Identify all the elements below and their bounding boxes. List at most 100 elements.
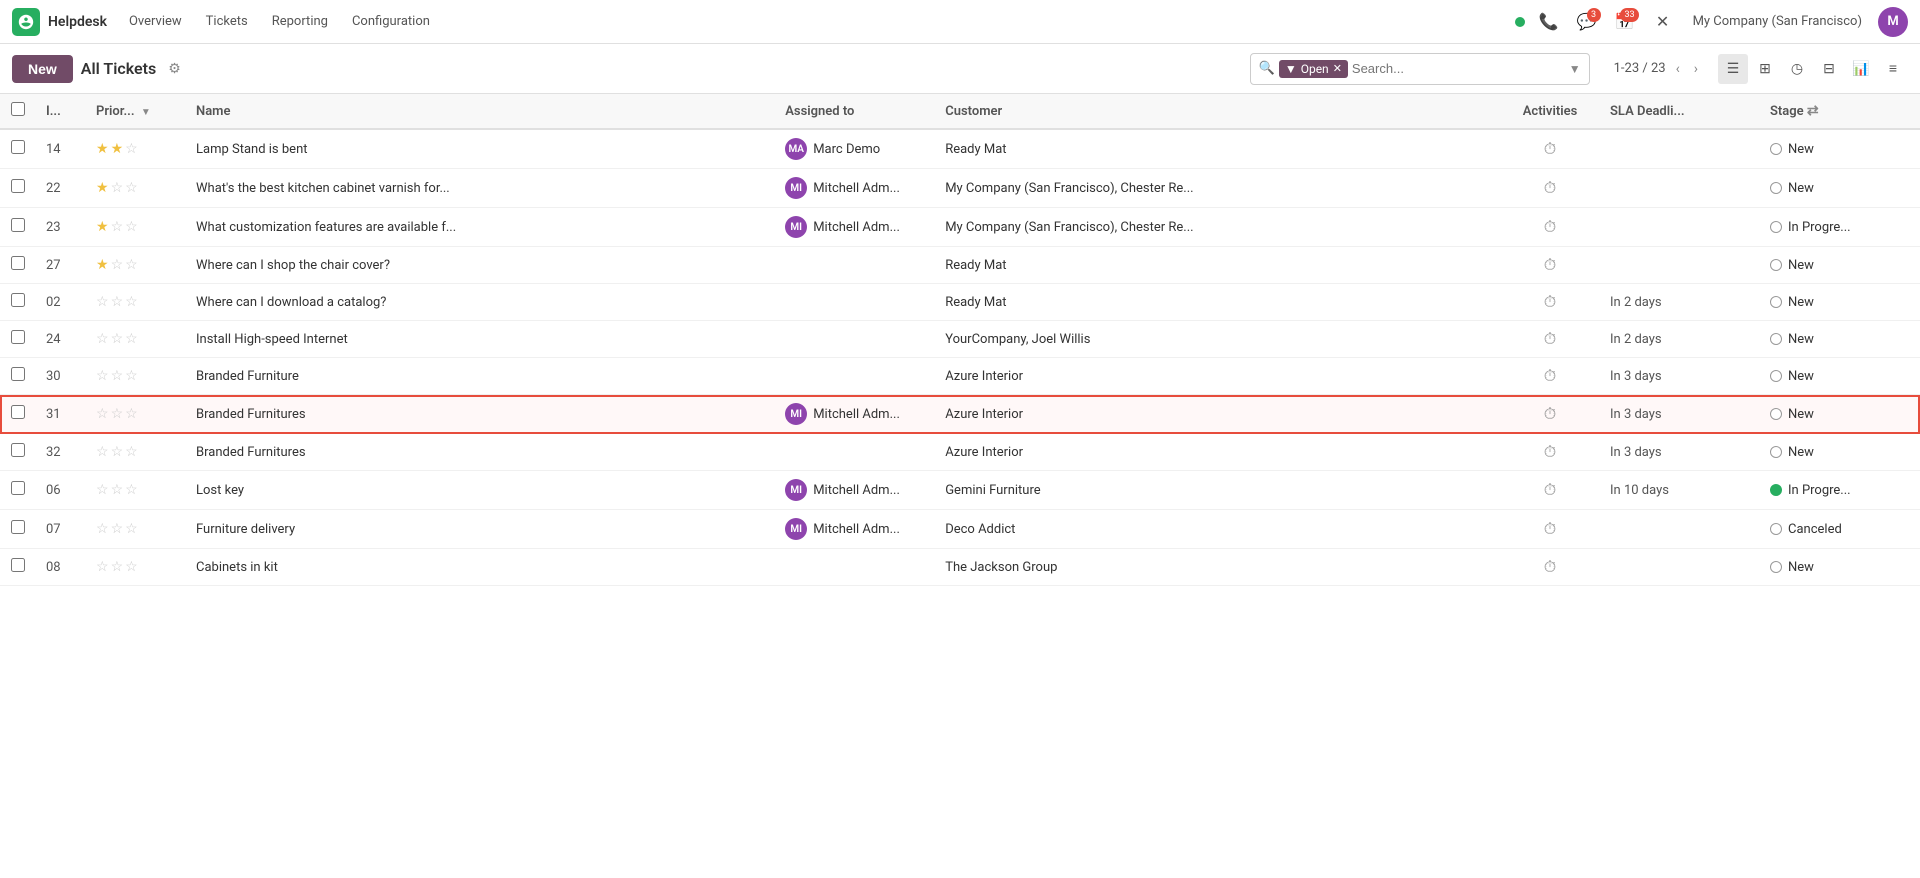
star-1[interactable]: ☆ <box>96 482 109 498</box>
star-3[interactable]: ☆ <box>125 180 138 196</box>
ticket-priority[interactable]: ☆☆☆ <box>86 358 186 395</box>
table-view-icon[interactable]: ⊟ <box>1814 54 1844 84</box>
ticket-name[interactable]: Install High-speed Internet <box>186 321 775 358</box>
star-2[interactable]: ☆ <box>111 219 124 235</box>
ticket-activities[interactable]: ⏱ <box>1500 471 1600 510</box>
star-1[interactable]: ★ <box>96 219 109 235</box>
stage-header[interactable]: Stage ⇄ <box>1760 94 1920 129</box>
ticket-name[interactable]: Where can I download a catalog? <box>186 284 775 321</box>
row-checkbox[interactable] <box>11 443 25 457</box>
assigned-header[interactable]: Assigned to <box>775 94 935 129</box>
row-checkbox-cell[interactable] <box>0 169 36 208</box>
star-1[interactable]: ☆ <box>96 406 109 422</box>
star-3[interactable]: ☆ <box>125 368 138 384</box>
prev-page-button[interactable]: ‹ <box>1672 59 1684 79</box>
star-3[interactable]: ☆ <box>125 141 138 157</box>
ticket-stage[interactable]: In Progre... <box>1760 208 1920 247</box>
stage-dot[interactable] <box>1770 182 1782 194</box>
star-1[interactable]: ☆ <box>96 368 109 384</box>
ticket-activities[interactable]: ⏱ <box>1500 510 1600 549</box>
star-2[interactable]: ☆ <box>111 257 124 273</box>
next-page-button[interactable]: › <box>1690 59 1702 79</box>
activity-clock-icon[interactable]: ⏱ <box>1544 329 1556 348</box>
priority-stars[interactable]: ★☆☆ <box>96 219 176 235</box>
ticket-activities[interactable]: ⏱ <box>1500 169 1600 208</box>
star-2[interactable]: ☆ <box>111 294 124 310</box>
star-1[interactable]: ☆ <box>96 559 109 575</box>
star-2[interactable]: ☆ <box>111 331 124 347</box>
star-2[interactable]: ☆ <box>111 559 124 575</box>
table-row[interactable]: 23 ★☆☆ What customization features are a… <box>0 208 1920 247</box>
priority-stars[interactable]: ☆☆☆ <box>96 521 176 537</box>
priority-stars[interactable]: ☆☆☆ <box>96 482 176 498</box>
ticket-name[interactable]: Branded Furniture <box>186 358 775 395</box>
row-checkbox[interactable] <box>11 256 25 270</box>
ticket-priority[interactable]: ☆☆☆ <box>86 434 186 471</box>
ticket-activities[interactable]: ⏱ <box>1500 247 1600 284</box>
ticket-priority[interactable]: ☆☆☆ <box>86 321 186 358</box>
ticket-name[interactable]: Cabinets in kit <box>186 549 775 586</box>
ticket-priority[interactable]: ☆☆☆ <box>86 549 186 586</box>
stage-dot[interactable] <box>1770 370 1782 382</box>
stage-dot[interactable] <box>1770 523 1782 535</box>
star-2[interactable]: ☆ <box>111 521 124 537</box>
row-checkbox[interactable] <box>11 558 25 572</box>
star-2[interactable]: ☆ <box>111 180 124 196</box>
ticket-priority[interactable]: ★☆☆ <box>86 208 186 247</box>
row-checkbox[interactable] <box>11 481 25 495</box>
star-3[interactable]: ☆ <box>125 406 138 422</box>
star-3[interactable]: ☆ <box>125 257 138 273</box>
kanban-view-icon[interactable]: ⊞ <box>1750 54 1780 84</box>
activity-clock-icon[interactable]: ⏱ <box>1544 519 1556 538</box>
ticket-stage[interactable]: New <box>1760 129 1920 169</box>
stage-dot[interactable] <box>1770 446 1782 458</box>
star-2[interactable]: ☆ <box>111 444 124 460</box>
table-row[interactable]: 32 ☆☆☆ Branded Furnitures Azure Interior… <box>0 434 1920 471</box>
ticket-name[interactable]: Where can I shop the chair cover? <box>186 247 775 284</box>
row-checkbox[interactable] <box>11 330 25 344</box>
nav-reporting[interactable]: Reporting <box>262 10 338 33</box>
ticket-activities[interactable]: ⏱ <box>1500 358 1600 395</box>
row-checkbox-cell[interactable] <box>0 321 36 358</box>
row-checkbox[interactable] <box>11 293 25 307</box>
priority-stars[interactable]: ☆☆☆ <box>96 406 176 422</box>
star-1[interactable]: ★ <box>96 180 109 196</box>
table-row[interactable]: 22 ★☆☆ What's the best kitchen cabinet v… <box>0 169 1920 208</box>
ticket-name[interactable]: What customization features are availabl… <box>186 208 775 247</box>
priority-stars[interactable]: ☆☆☆ <box>96 294 176 310</box>
star-1[interactable]: ☆ <box>96 294 109 310</box>
ticket-name[interactable]: Lamp Stand is bent <box>186 129 775 169</box>
priority-stars[interactable]: ☆☆☆ <box>96 559 176 575</box>
activity-clock-icon[interactable]: ⏱ <box>1544 404 1556 423</box>
activity-clock-icon[interactable]: ⏱ <box>1544 139 1556 158</box>
select-all-header[interactable] <box>0 94 36 129</box>
app-name[interactable]: Helpdesk <box>48 14 107 30</box>
ticket-activities[interactable]: ⏱ <box>1500 208 1600 247</box>
star-1[interactable]: ☆ <box>96 444 109 460</box>
nav-overview[interactable]: Overview <box>119 10 192 33</box>
id-header[interactable]: I... <box>36 94 86 129</box>
customer-header[interactable]: Customer <box>935 94 1500 129</box>
ticket-priority[interactable]: ★☆☆ <box>86 169 186 208</box>
star-2[interactable]: ☆ <box>111 406 124 422</box>
list-view-icon[interactable]: ☰ <box>1718 54 1748 84</box>
priority-stars[interactable]: ★☆☆ <box>96 180 176 196</box>
star-3[interactable]: ☆ <box>125 559 138 575</box>
ticket-activities[interactable]: ⏱ <box>1500 284 1600 321</box>
stage-dot[interactable] <box>1770 561 1782 573</box>
wrench-icon[interactable]: ✕ <box>1649 8 1677 36</box>
ticket-stage[interactable]: In Progre... <box>1760 471 1920 510</box>
star-3[interactable]: ☆ <box>125 521 138 537</box>
table-row[interactable]: 31 ☆☆☆ Branded Furnitures MI Mitchell Ad… <box>0 395 1920 434</box>
activity-clock-icon[interactable]: ⏱ <box>1544 178 1556 197</box>
ticket-stage[interactable]: New <box>1760 247 1920 284</box>
stage-dot[interactable] <box>1770 259 1782 271</box>
row-checkbox-cell[interactable] <box>0 549 36 586</box>
row-checkbox-cell[interactable] <box>0 395 36 434</box>
phone-icon[interactable]: 📞 <box>1535 8 1563 36</box>
row-checkbox-cell[interactable] <box>0 284 36 321</box>
priority-stars[interactable]: ☆☆☆ <box>96 331 176 347</box>
table-row[interactable]: 06 ☆☆☆ Lost key MI Mitchell Adm... Gemin… <box>0 471 1920 510</box>
row-checkbox[interactable] <box>11 520 25 534</box>
row-checkbox[interactable] <box>11 367 25 381</box>
